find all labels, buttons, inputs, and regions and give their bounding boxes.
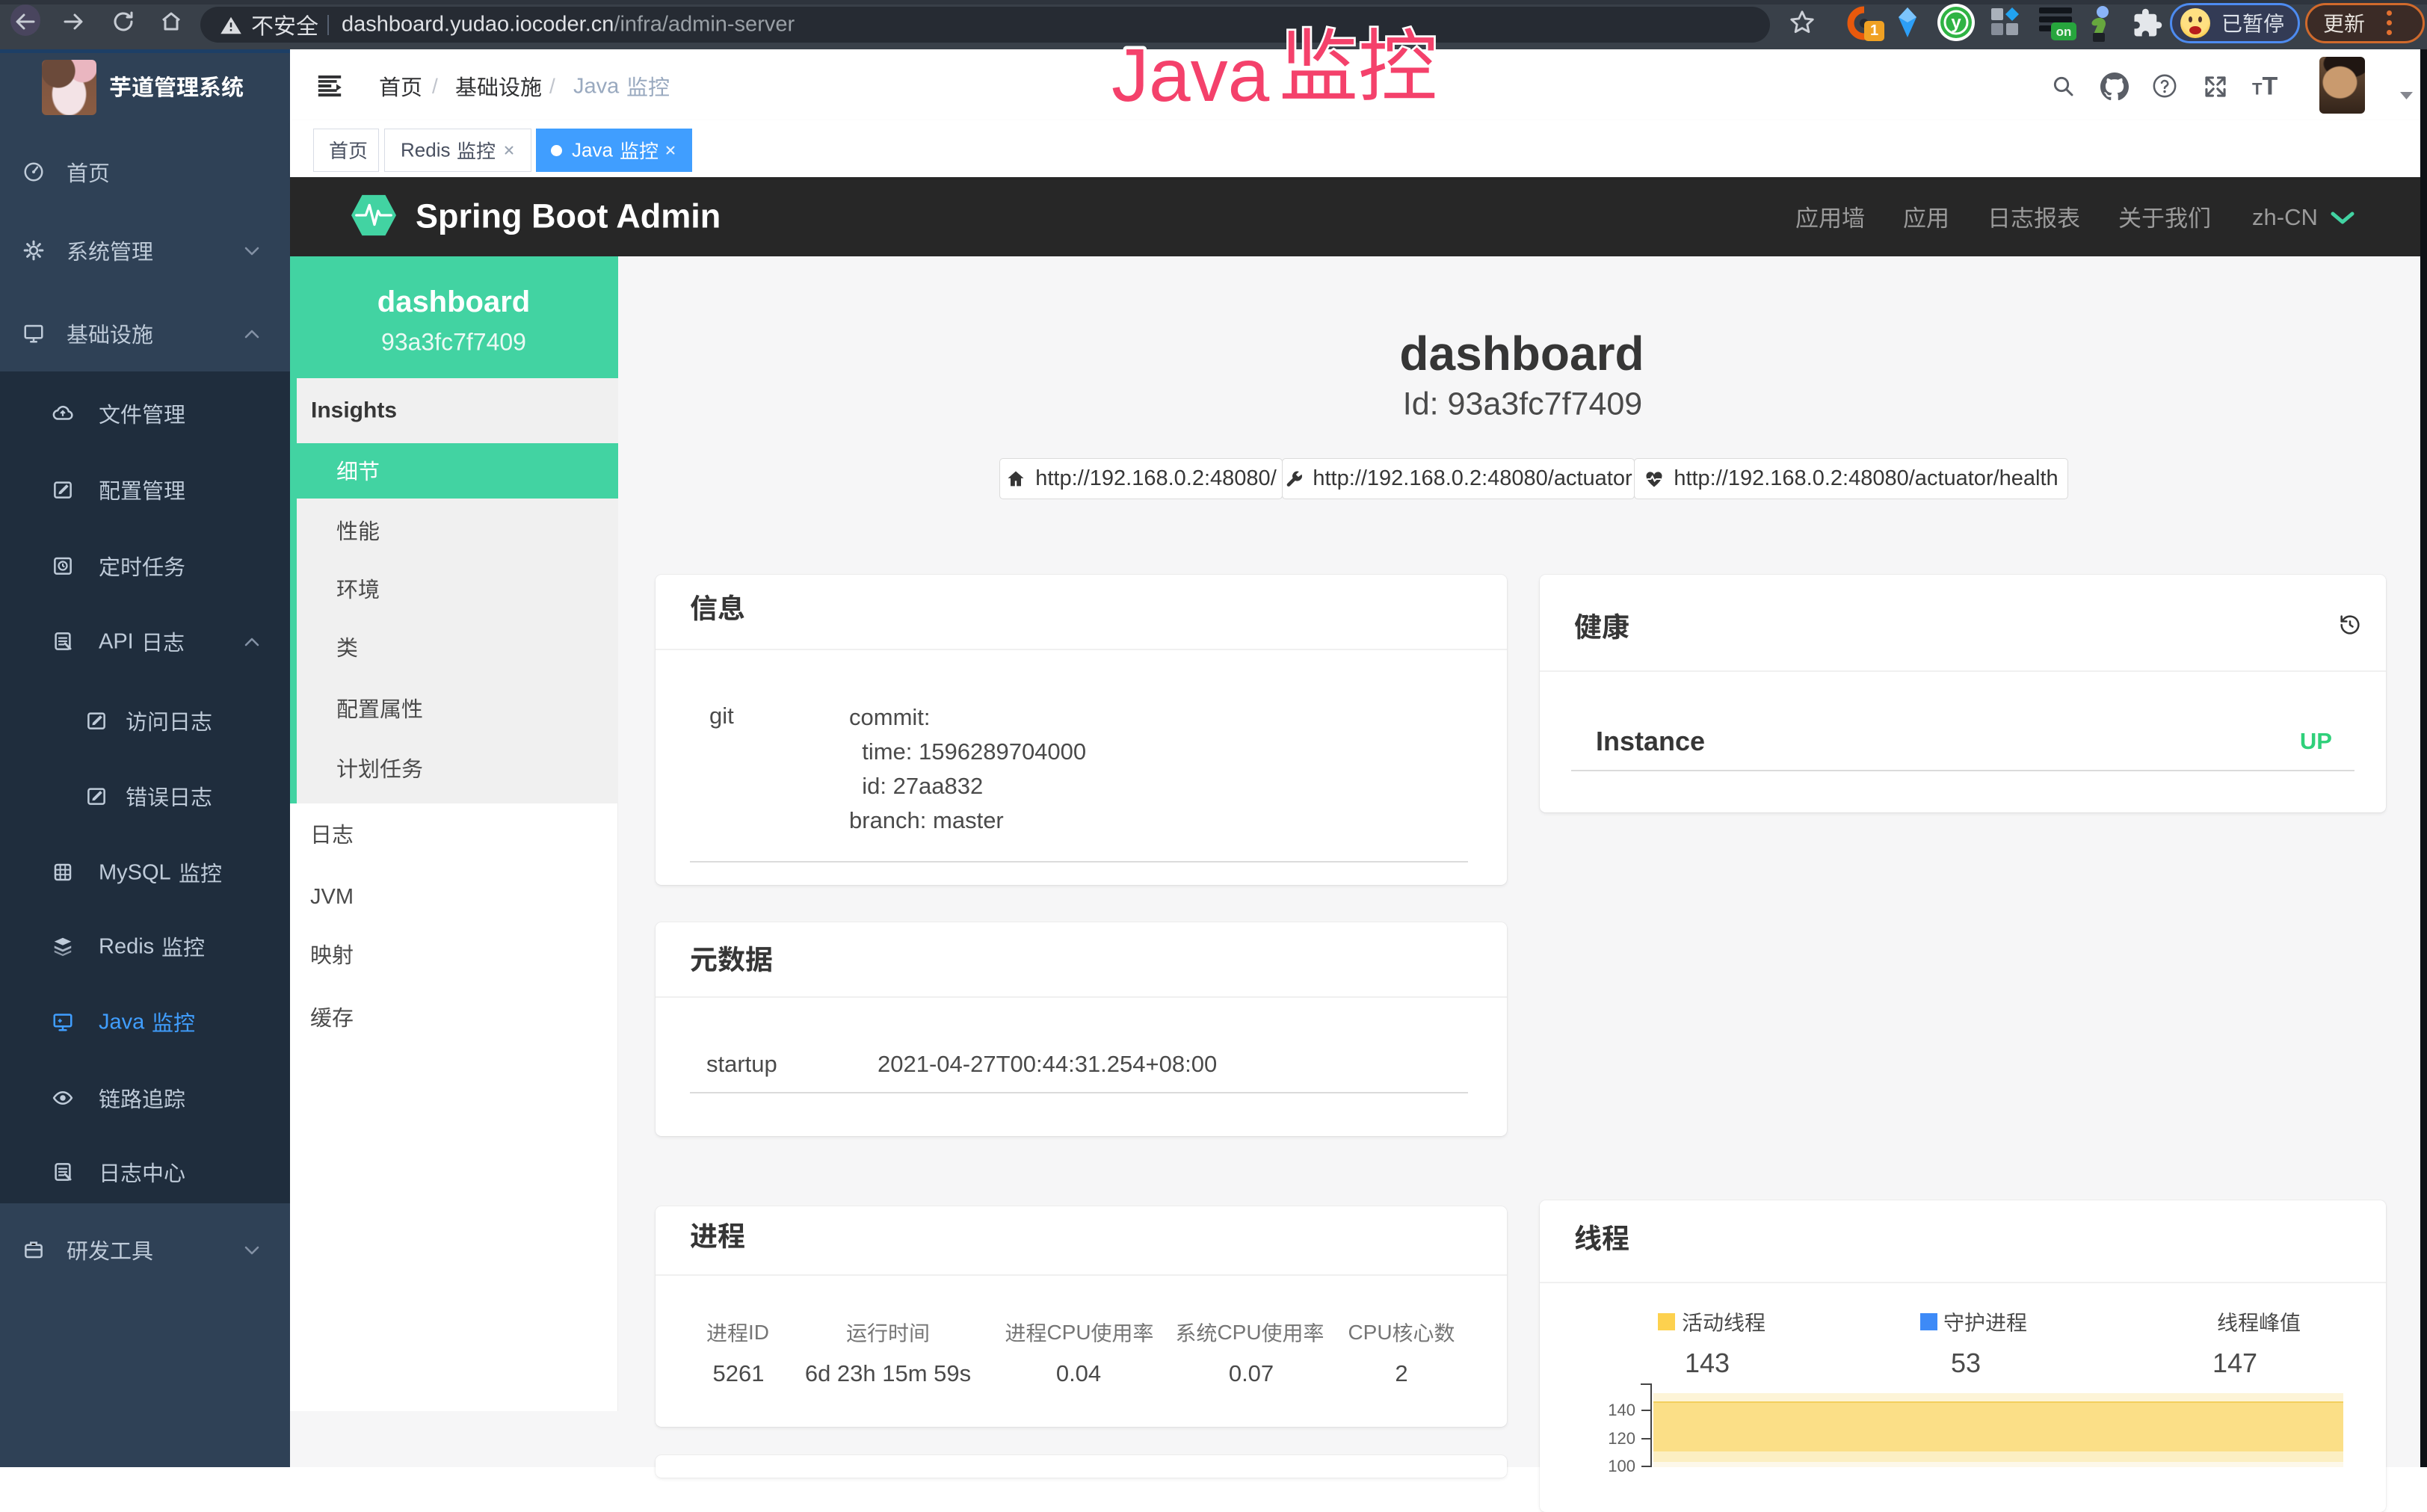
- svg-text:y: y: [1951, 13, 1961, 33]
- svg-text:on: on: [2056, 25, 2072, 39]
- svg-text:Java: Java: [1111, 34, 1270, 117]
